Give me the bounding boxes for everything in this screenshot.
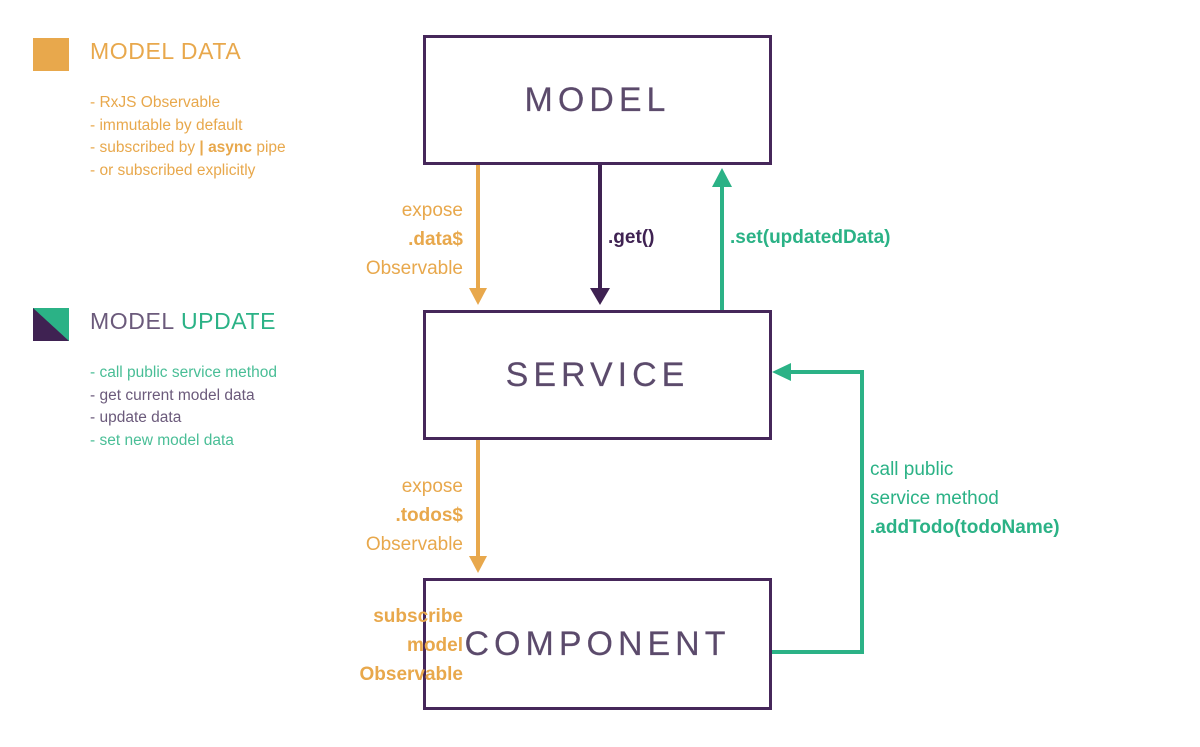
edge-label-line: Observable bbox=[359, 664, 464, 685]
edge-label-line: .get() bbox=[608, 227, 655, 248]
node-model[interactable]: MODEL bbox=[423, 35, 772, 165]
legend-title-model-update: MODEL UPDATE bbox=[90, 308, 276, 335]
edge-label-line: expose bbox=[401, 200, 463, 221]
edge-label-subscribe: subscribe model Observable bbox=[233, 602, 464, 689]
legend-title-model-data: MODEL DATA bbox=[90, 38, 241, 65]
edge-label-line: model bbox=[407, 635, 463, 656]
legend-title-text-primary: MODEL bbox=[90, 308, 174, 334]
node-component[interactable]: COMPONENT bbox=[423, 578, 772, 710]
edge-label-line: .set(updatedData) bbox=[730, 227, 891, 248]
legend-list-model-update: - call public service method - get curre… bbox=[90, 362, 277, 452]
legend-item: - RxJS Observable bbox=[90, 94, 221, 111]
edge-label-line: service method bbox=[870, 488, 999, 509]
edge-label-set: .set(updatedData) bbox=[730, 223, 890, 252]
connector-service-to-model-get bbox=[590, 165, 610, 305]
node-model-label: MODEL bbox=[524, 80, 671, 119]
legend-item: - call public service method bbox=[90, 364, 277, 381]
legend-item: - subscribed by | async pipe bbox=[90, 139, 286, 156]
edge-label-line: subscribe bbox=[373, 606, 463, 627]
legend-title-text-secondary: UPDATE bbox=[173, 308, 277, 334]
edge-label-line: .addTodo(todoName) bbox=[870, 517, 1060, 538]
edge-label-expose-data: expose .data$ Observable bbox=[243, 196, 463, 283]
edge-label-line: call public bbox=[870, 459, 954, 480]
legend-item: - or subscribed explicitly bbox=[90, 161, 256, 179]
edge-label-line: expose bbox=[401, 476, 463, 497]
node-service-label: SERVICE bbox=[505, 355, 690, 394]
connector-service-to-component-todos bbox=[469, 440, 487, 573]
edge-label-line: .todos$ bbox=[395, 505, 463, 526]
legend-item: - set new model data bbox=[90, 431, 234, 449]
edge-label-get: .get() bbox=[608, 223, 654, 252]
connector-model-to-service-data bbox=[469, 165, 487, 305]
edge-label-line: Observable bbox=[365, 534, 463, 555]
diagram-canvas: MODEL DATA - RxJS Observable - immutable… bbox=[0, 0, 1200, 747]
connector-component-to-service-addtodo bbox=[772, 363, 864, 654]
edge-label-call-public: call public service method .addTodo(todo… bbox=[870, 455, 1130, 542]
legend-item: - immutable by default bbox=[90, 116, 243, 134]
legend-list-model-data: - RxJS Observable - immutable by default… bbox=[90, 92, 286, 182]
connector-service-to-model-set bbox=[712, 168, 732, 310]
edge-label-expose-todos: expose .todos$ Observable bbox=[243, 472, 463, 559]
legend-title-text: MODEL DATA bbox=[90, 38, 242, 64]
node-component-label: COMPONENT bbox=[464, 624, 731, 663]
edge-label-line: Observable bbox=[365, 258, 463, 279]
legend-swatch-orange-icon bbox=[33, 38, 69, 71]
edge-label-line: .data$ bbox=[408, 229, 463, 250]
node-service[interactable]: SERVICE bbox=[423, 310, 772, 440]
legend-swatch-split-icon bbox=[33, 308, 69, 341]
legend-item: - update data bbox=[90, 409, 182, 426]
legend-item: - get current model data bbox=[90, 386, 255, 404]
